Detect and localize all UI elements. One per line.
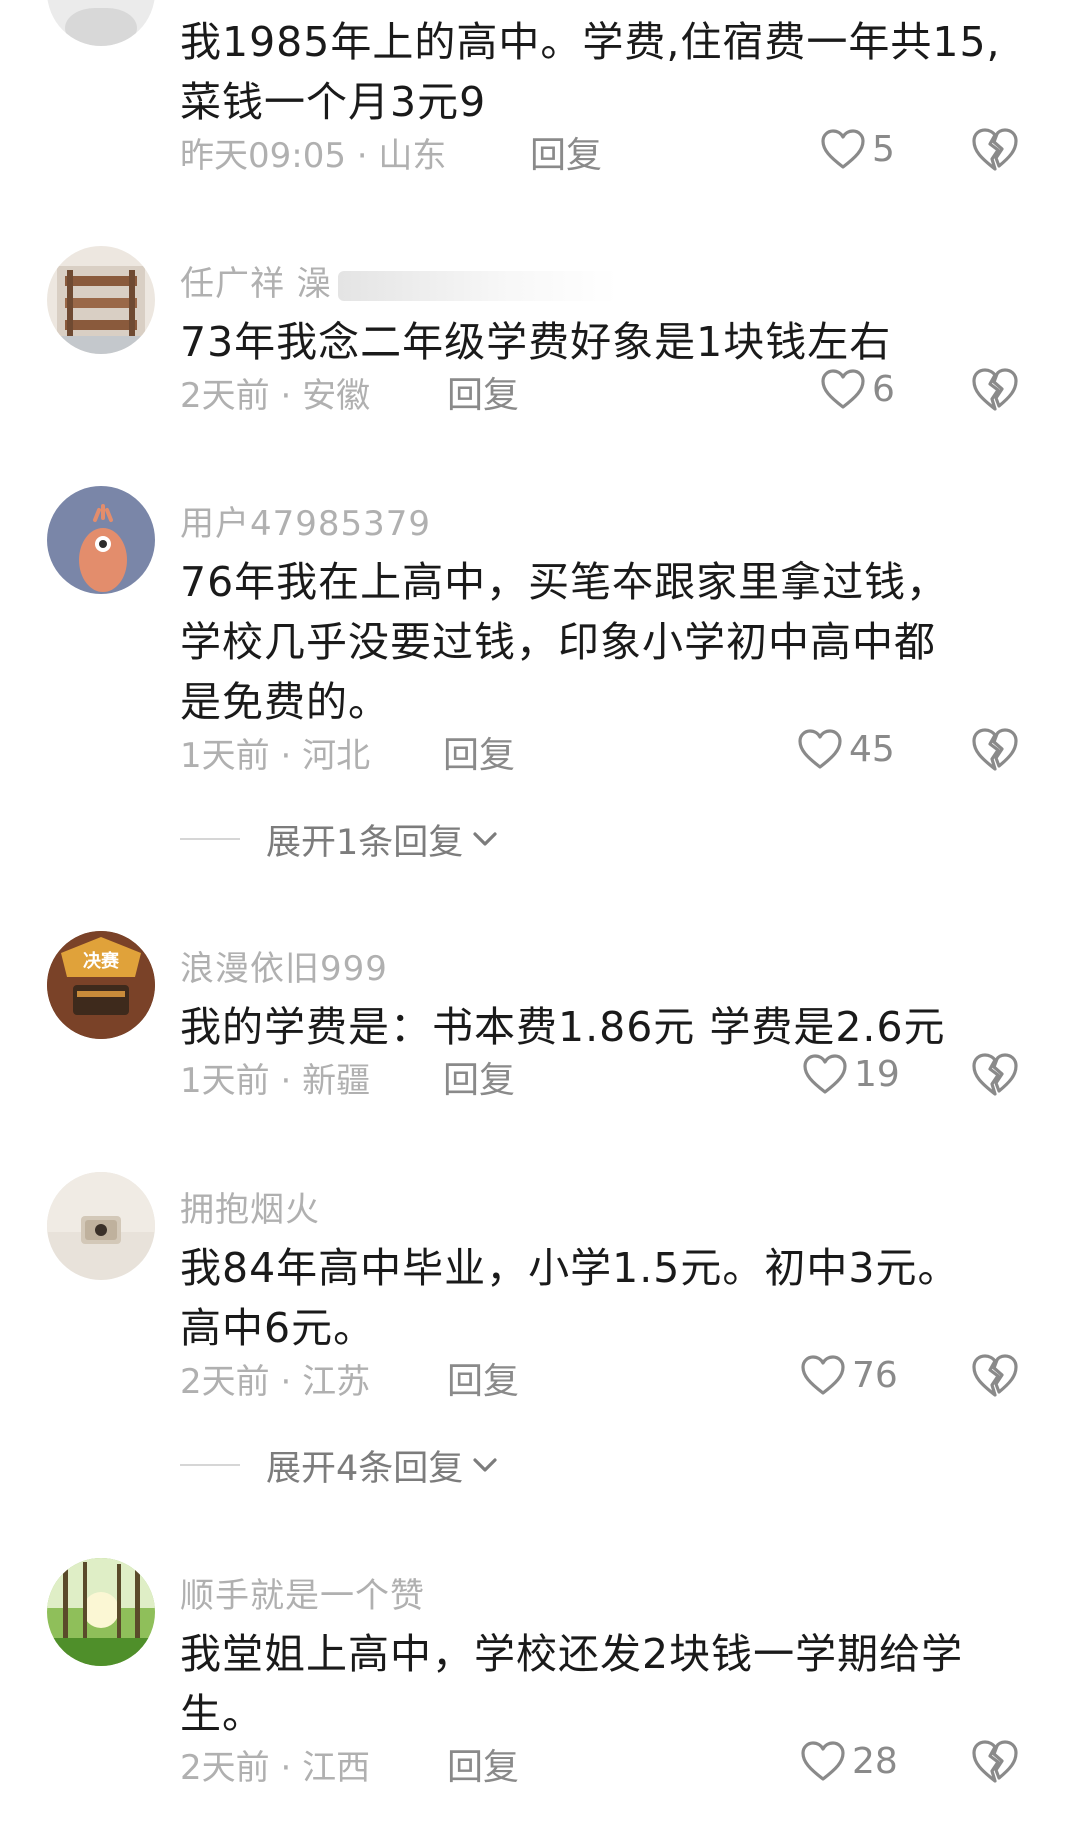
username-blur — [337, 270, 618, 301]
reply-button[interactable]: 回复 — [530, 126, 602, 178]
like-count: 76 — [852, 1354, 898, 1396]
comment-text: 我的学费是：书本费1.86元 学费是2.6元 — [180, 1003, 946, 1051]
avatar[interactable] — [47, 1172, 155, 1280]
meta-separator: · — [269, 1748, 303, 1788]
comment-meta: 2天前 · 安徽 — [180, 368, 370, 417]
expand-divider — [180, 838, 240, 840]
comment-meta: 2天前 · 江苏 — [180, 1354, 370, 1403]
comment-time: 1天前 — [180, 1061, 270, 1101]
meta-separator: · — [269, 1362, 303, 1402]
avatar[interactable] — [47, 1558, 155, 1666]
username-text: 任广祥 澡 — [180, 264, 332, 304]
comment-location: 江西 — [302, 1748, 371, 1788]
dislike-button[interactable] — [970, 1051, 1020, 1097]
comment-time: 2天前 — [180, 1362, 270, 1402]
like-button[interactable]: 45 — [797, 724, 895, 774]
meta-separator: · — [345, 136, 379, 176]
like-count: 6 — [872, 368, 895, 410]
dislike-button[interactable] — [970, 1352, 1020, 1398]
reply-button[interactable]: 回复 — [447, 366, 519, 418]
comment-text: 73年我念二年级学费好象是1块钱左右 — [180, 318, 892, 366]
expand-divider — [180, 1464, 240, 1466]
heart-outline-icon — [801, 1741, 845, 1781]
comment-location: 江苏 — [302, 1362, 371, 1402]
like-button[interactable]: 28 — [800, 1736, 898, 1786]
avatar[interactable] — [47, 0, 155, 46]
avatar[interactable]: 决赛 — [47, 931, 155, 1039]
dislike-button[interactable] — [970, 366, 1020, 412]
expand-replies-label: 展开4条回复 — [266, 1448, 464, 1489]
avatar[interactable] — [47, 246, 155, 354]
broken-heart-icon — [972, 728, 1018, 771]
comment-location: 新疆 — [302, 1061, 371, 1101]
comment-username[interactable]: 用户47985379 — [180, 496, 431, 545]
comment-username[interactable]: 任广祥 澡 — [180, 256, 618, 305]
meta-separator: · — [269, 376, 303, 416]
comment-username[interactable]: 浪漫依旧999 — [180, 941, 388, 990]
like-button[interactable]: 19 — [802, 1049, 900, 1099]
heart-outline-icon — [803, 1054, 847, 1094]
heart-outline-icon — [821, 129, 865, 169]
heart-outline-icon — [798, 729, 842, 769]
like-count: 28 — [852, 1740, 898, 1782]
like-count: 45 — [849, 728, 895, 770]
like-button[interactable]: 5 — [820, 124, 895, 174]
like-button[interactable]: 76 — [800, 1350, 898, 1400]
chevron-down-icon — [473, 832, 497, 846]
heart-outline-icon — [801, 1355, 845, 1395]
comment-text: 我1985年上的高中。学费,住宿费一年共15, 菜钱一个月3元9 — [180, 18, 1001, 126]
broken-heart-icon — [972, 1740, 1018, 1783]
meta-separator: · — [269, 1061, 303, 1101]
comment-time: 2天前 — [180, 376, 270, 416]
comment-text: 我堂姐上高中，学校还发2块钱一学期给学 生。 — [180, 1630, 964, 1738]
broken-heart-icon — [972, 1354, 1018, 1397]
comment-meta: 1天前 · 新疆 — [180, 1053, 370, 1102]
comment-username[interactable]: 顺手就是一个赞 — [180, 1568, 425, 1617]
broken-heart-icon — [972, 128, 1018, 171]
dislike-button[interactable] — [970, 1738, 1020, 1784]
reply-button[interactable]: 回复 — [447, 1352, 519, 1404]
broken-heart-icon — [972, 1053, 1018, 1096]
chevron-down-icon — [473, 1458, 497, 1472]
like-button[interactable]: 6 — [820, 364, 895, 414]
reply-button[interactable]: 回复 — [443, 726, 515, 778]
comment-time: 昨天09:05 — [180, 136, 346, 176]
comment-meta: 2天前 · 江西 — [180, 1740, 370, 1789]
dislike-button[interactable] — [970, 726, 1020, 772]
comment-username[interactable]: 拥抱烟火 — [180, 1182, 320, 1231]
like-count: 19 — [854, 1053, 900, 1095]
expand-replies-button[interactable]: 展开4条回复 — [180, 1440, 501, 1490]
comment-text: 76年我在上高中，买笔夲跟家里拿过钱， 学校几乎没要过钱，印象小学初中高中都 是… — [180, 558, 949, 726]
dislike-button[interactable] — [970, 126, 1020, 172]
expand-replies-button[interactable]: 展开1条回复 — [180, 814, 501, 864]
comment-meta: 昨天09:05 · 山东 — [180, 128, 446, 177]
broken-heart-icon — [972, 368, 1018, 411]
comment-meta: 1天前 · 河北 — [180, 728, 370, 777]
comment-text: 我84年高中毕业，小学1.5元。初中3元。 高中6元。 — [180, 1244, 960, 1352]
reply-button[interactable]: 回复 — [443, 1051, 515, 1103]
reply-button[interactable]: 回复 — [447, 1738, 519, 1790]
expand-replies-label: 展开1条回复 — [266, 822, 464, 863]
comment-time: 2天前 — [180, 1748, 270, 1788]
comment-location: 山东 — [378, 136, 447, 176]
comment-feed: 我1985年上的高中。学费,住宿费一年共15, 菜钱一个月3元9 昨天09:05… — [0, 0, 1080, 1826]
heart-outline-icon — [821, 369, 865, 409]
comment-time: 1天前 — [180, 736, 270, 776]
avatar[interactable] — [47, 486, 155, 594]
comment-location: 河北 — [302, 736, 371, 776]
avatar-badge-text: 决赛 — [83, 950, 120, 972]
meta-separator: · — [269, 736, 303, 776]
like-count: 5 — [872, 128, 895, 170]
comment-location: 安徽 — [302, 376, 371, 416]
